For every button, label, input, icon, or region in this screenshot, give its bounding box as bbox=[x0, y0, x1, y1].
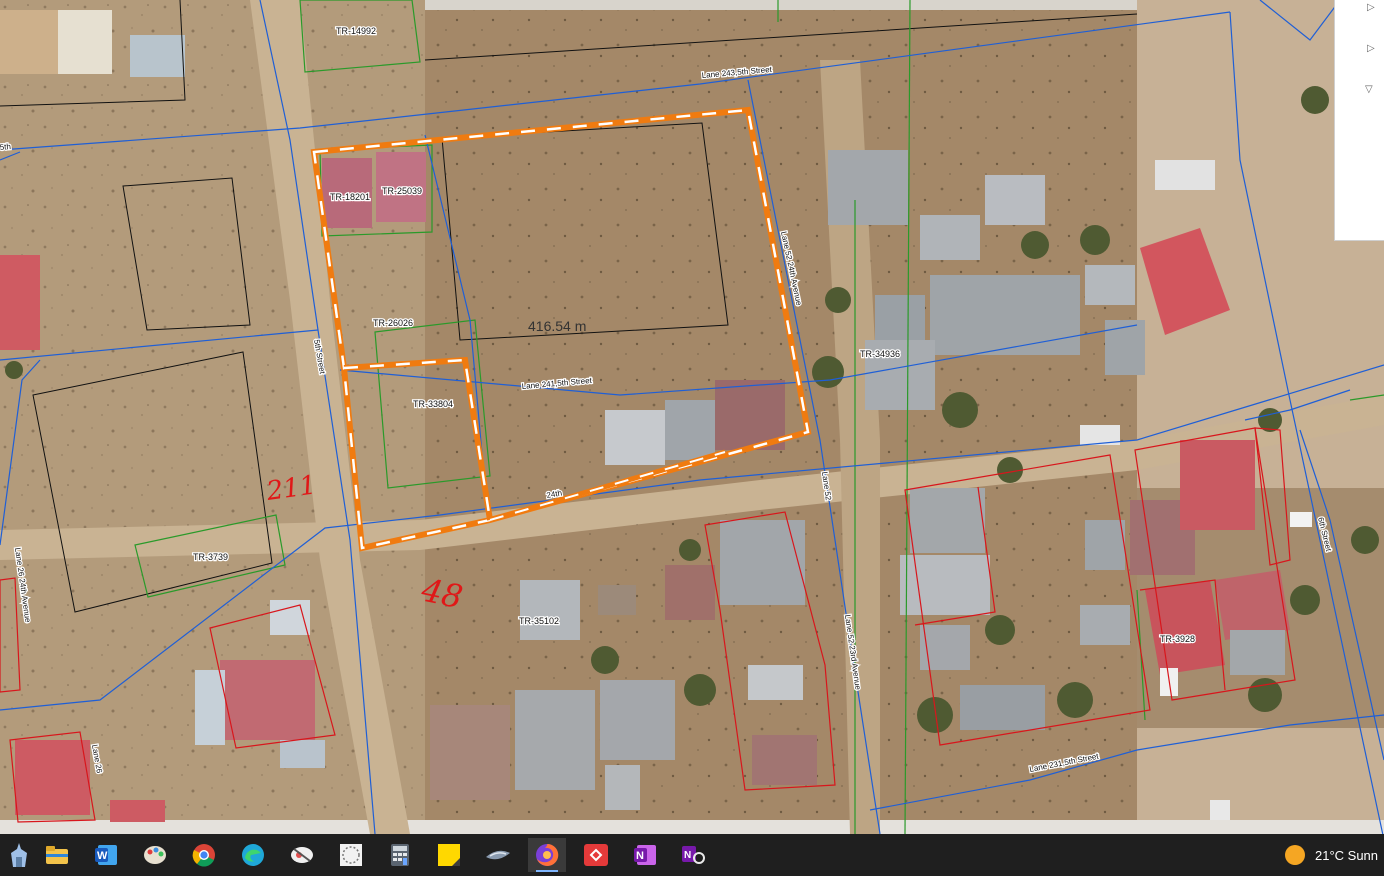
collapse-icon[interactable]: ▽ bbox=[1365, 84, 1373, 95]
calculator-icon[interactable] bbox=[381, 838, 419, 872]
sticky-notes-icon[interactable] bbox=[430, 838, 468, 872]
firefox-icon[interactable] bbox=[528, 838, 566, 872]
edge-icon[interactable] bbox=[234, 838, 272, 872]
map-canvas[interactable]: 211 48 416.54 m TR-14992 TR-18201 TR-250… bbox=[0, 0, 1384, 834]
onenote-icon[interactable]: N bbox=[626, 838, 664, 872]
weather-icon[interactable] bbox=[1285, 845, 1305, 865]
measurement-label: 416.54 m bbox=[528, 318, 586, 334]
street-label: 5th bbox=[0, 142, 11, 152]
paint-icon[interactable] bbox=[136, 838, 174, 872]
parcel-label: TR-3928 bbox=[1160, 634, 1195, 644]
parcel-label: TR-34936 bbox=[860, 349, 900, 359]
photo-thumbnail-detail bbox=[58, 10, 112, 74]
parcel-label: TR-18201 bbox=[330, 192, 370, 202]
chrome-icon[interactable] bbox=[185, 838, 223, 872]
parcel-label: TR-14992 bbox=[336, 26, 376, 36]
taskbar-start-icon[interactable] bbox=[0, 838, 38, 872]
remote-app-icon[interactable] bbox=[577, 838, 615, 872]
map-bottom-strip bbox=[0, 820, 1384, 834]
parcel-label: TR-26026 bbox=[373, 318, 413, 328]
onenote-tool-icon[interactable]: N bbox=[675, 838, 713, 872]
expand-icon[interactable]: ▷ bbox=[1367, 43, 1375, 54]
svg-text:W: W bbox=[97, 850, 108, 862]
parcel-label: TR-25039 bbox=[382, 186, 422, 196]
expand-icon[interactable]: ▷ bbox=[1367, 2, 1375, 13]
weather-text[interactable]: 21°C Sunn bbox=[1315, 848, 1378, 863]
snipping-tool-icon[interactable] bbox=[283, 838, 321, 872]
parcel-label: TR-3739 bbox=[193, 552, 228, 562]
parcel-label: TR-33804 bbox=[413, 399, 453, 409]
app-icon[interactable] bbox=[479, 838, 517, 872]
layer-tree-panel: ▷ ▷ ▽ bbox=[1334, 0, 1384, 241]
file-explorer-icon[interactable] bbox=[38, 838, 76, 872]
map-top-strip bbox=[425, 0, 1137, 10]
svg-text:N: N bbox=[684, 850, 691, 861]
parcel-label: TR-35102 bbox=[519, 616, 559, 626]
app-icon[interactable] bbox=[332, 838, 370, 872]
word-icon[interactable]: W bbox=[87, 838, 125, 872]
taskbar: W N N 21°C Sunn bbox=[0, 834, 1384, 876]
svg-text:N: N bbox=[636, 850, 644, 862]
